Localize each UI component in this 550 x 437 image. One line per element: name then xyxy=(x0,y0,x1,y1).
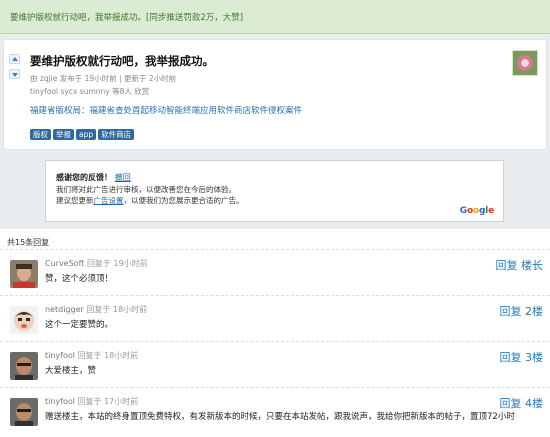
comment-time: 回复于 18小时前 xyxy=(86,305,148,314)
avatar[interactable] xyxy=(10,260,38,288)
tag-app-store[interactable]: 软件商店 xyxy=(98,129,135,140)
tag-copyright[interactable]: 版权 xyxy=(30,129,51,140)
google-letter: e xyxy=(488,206,494,216)
post-tags: 版权 举报 app 软件商店 xyxy=(30,129,136,140)
ad-settings-suffix: ，以便我们为您展示更合适的广告。 xyxy=(123,196,244,205)
tag-app[interactable]: app xyxy=(76,129,97,140)
comment-time: 回复于 19小时前 xyxy=(86,259,148,268)
reply-button[interactable]: 回复 楼长 xyxy=(496,257,544,273)
avatar[interactable] xyxy=(10,398,38,426)
vote-down-icon[interactable] xyxy=(9,69,20,79)
comment-meta: CurveSoft 回复于 19小时前 xyxy=(45,258,148,269)
google-letter: G xyxy=(459,206,467,216)
comment-item: CurveSoft 回复于 19小时前 赞，这个必须顶！ 回复 楼长 xyxy=(0,249,550,295)
google-logo: Google xyxy=(460,206,494,216)
ad-feedback-panel: 感谢您的反馈！ 撤回 我们将对此广告进行审核，以便改善您在今后的体验。 建议您更… xyxy=(45,160,504,222)
comment-meta: tinyfool 回复于 17小时前 xyxy=(45,396,138,407)
ad-review-text: 我们将对此广告进行审核，以便改善您在今后的体验。 xyxy=(56,185,236,194)
ad-thanks-text: 感谢您的反馈！ xyxy=(56,173,112,182)
tag-report[interactable]: 举报 xyxy=(53,129,74,140)
post-likers: tinyfool sycx sumnny 等8人 欣赏 xyxy=(30,87,150,96)
comment-item: tinyfool 回复于 17小时前 赠送楼主，本站的终身置顶免费特权，有发新版… xyxy=(0,387,550,433)
avatar[interactable] xyxy=(10,352,38,380)
comment-time: 回复于 18小时前 xyxy=(77,351,139,360)
ad-settings-link[interactable]: 广告设置 xyxy=(94,196,124,205)
comment-item: netdigger 回复于 18小时前 这个一定要赞的。 回复 2楼 xyxy=(0,295,550,341)
notice-text: 要维护版权就行动吧，我举报成功。[同步推送罚款2万，大赞] xyxy=(10,13,244,23)
comment-text: 这个一定要赞的。 xyxy=(45,320,114,330)
comment-meta: netdigger 回复于 18小时前 xyxy=(45,304,147,315)
author-avatar[interactable] xyxy=(512,50,538,76)
reply-button[interactable]: 回复 4楼 xyxy=(500,395,544,411)
comment-item: tinyfool 回复于 18小时前 大爱楼主，赞 回复 3楼 xyxy=(0,341,550,387)
vote-up-icon[interactable] xyxy=(9,54,20,64)
ad-settings-text: 建议您更新广告设置，以便我们为您展示更合适的广告。 xyxy=(56,195,244,206)
comment-text: 赠送楼主，本站的终身置顶免费特权，有发新版本的时候，只要在本站发帖，跟我说声，我… xyxy=(45,412,515,422)
comment-user[interactable]: tinyfool xyxy=(45,351,75,360)
comment-user[interactable]: netdigger xyxy=(45,305,84,314)
reply-button[interactable]: 回复 2楼 xyxy=(500,303,544,319)
post-title: 要维护版权就行动吧，我举报成功。 xyxy=(30,54,214,68)
comment-text: 赞，这个必须顶！ xyxy=(45,274,114,284)
reply-count: 共15条回复 xyxy=(7,238,50,247)
success-notice: 要维护版权就行动吧，我举报成功。[同步推送罚款2万，大赞] xyxy=(0,0,550,34)
comment-user[interactable]: CurveSoft xyxy=(45,259,84,268)
comment-time: 回复于 17小时前 xyxy=(77,397,139,406)
undo-link[interactable]: 撤回 xyxy=(115,173,131,182)
comment-meta: tinyfool 回复于 18小时前 xyxy=(45,350,138,361)
comments-section: 共15条回复 CurveSoft 回复于 19小时前 赞，这个必须顶！ 回复 楼… xyxy=(0,229,550,437)
avatar[interactable] xyxy=(10,306,38,334)
ad-feedback-title: 感谢您的反馈！ 撤回 xyxy=(56,172,131,183)
post-meta: 由 zqjie 发布于 19小时前 | 更新于 2小时前 xyxy=(30,74,177,83)
reply-button[interactable]: 回复 3楼 xyxy=(500,349,544,365)
comment-user[interactable]: tinyfool xyxy=(45,397,75,406)
post-link[interactable]: 福建省版权局：福建省查处首起移动智能终端应用软件商店软件侵权案件 xyxy=(30,104,302,116)
post-card: 要维护版权就行动吧，我举报成功。 由 zqjie 发布于 19小时前 | 更新于… xyxy=(3,39,547,150)
comment-text: 大爱楼主，赞 xyxy=(45,366,97,376)
ad-settings-prefix: 建议您更新 xyxy=(56,196,94,205)
